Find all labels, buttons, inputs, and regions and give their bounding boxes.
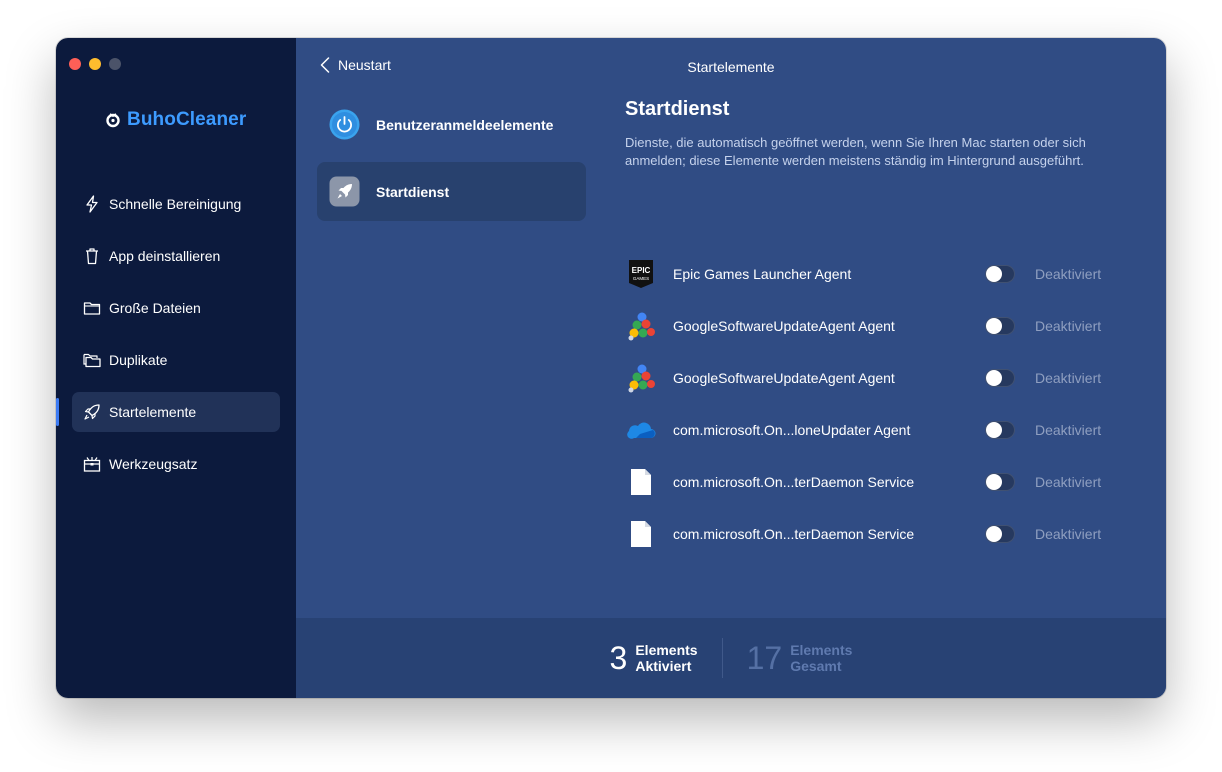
page-title: Startelemente — [687, 59, 775, 75]
toggle-knob — [986, 422, 1002, 438]
folder-icon — [83, 299, 101, 317]
total-label: Elements Gesamt — [790, 642, 852, 674]
duplicate-folder-icon — [83, 351, 101, 369]
toggle-knob — [986, 526, 1002, 542]
activated-label-line1: Elements — [635, 642, 698, 658]
activated-number: 3 — [609, 639, 628, 676]
activated-label: Elements Aktiviert — [635, 642, 697, 674]
rocket-icon — [329, 176, 360, 207]
status-label: Deaktiviert — [1035, 422, 1102, 438]
rocket-icon — [83, 403, 101, 421]
detail-description: Dienste, die automatisch geöffnet werden… — [625, 135, 1086, 168]
item-name: com.microsoft.On...terDaemon Service — [673, 526, 915, 542]
activated-count: 3 Elements Aktiviert — [610, 640, 698, 677]
total-number: 17 — [746, 639, 783, 676]
lightning-icon — [83, 195, 101, 213]
sidebar-item-label: Duplikate — [109, 352, 168, 368]
minimize-window-button[interactable] — [89, 58, 101, 70]
zoom-window-button[interactable] — [109, 58, 121, 70]
category-label: Startdienst — [376, 183, 450, 200]
total-count: 17 Elements Gesamt — [747, 640, 853, 677]
status-label: Deaktiviert — [1035, 526, 1102, 542]
total-label-line1: Elements — [790, 642, 853, 658]
startup-item-list: EPIC GAMES Epic Games Launcher Agent Deak… — [625, 248, 1125, 560]
status-label: Deaktiviert — [1035, 370, 1102, 386]
category-launch-daemons[interactable]: Startdienst — [317, 162, 586, 221]
sidebar-item-large-files[interactable]: Große Dateien — [72, 288, 280, 328]
status-label: Deaktiviert — [1035, 266, 1102, 282]
sidebar-nav: Schnelle Bereinigung App deinstallieren … — [56, 184, 280, 496]
main-panel: Neustart Startelemente Benutzeranmeldeel… — [296, 38, 1166, 698]
item-name: com.microsoft.On...loneUpdater Agent — [673, 422, 911, 438]
item-name: GoogleSoftwareUpdateAgent Agent — [673, 318, 895, 334]
sidebar-item-startup[interactable]: Startelemente — [56, 392, 280, 432]
status-label: Deaktiviert — [1035, 474, 1102, 490]
sidebar-item-uninstall[interactable]: App deinstallieren — [72, 236, 280, 276]
status-label: Deaktiviert — [1035, 318, 1102, 334]
sidebar-item-label: Startelemente — [109, 404, 197, 420]
onedrive-cloud-icon — [625, 414, 657, 446]
detail-title: Startdienst — [625, 98, 730, 120]
item-name: Epic Games Launcher Agent — [673, 266, 852, 282]
detail-section: Startdienst Dienste, die automatisch geö… — [625, 98, 1150, 170]
svg-text:GAMES: GAMES — [633, 276, 649, 281]
enable-toggle[interactable] — [985, 525, 1015, 543]
toggle-knob — [986, 474, 1002, 490]
list-item: com.microsoft.On...loneUpdater Agent Dea… — [625, 404, 1125, 456]
sidebar-item-quick-clean[interactable]: Schnelle Bereinigung — [72, 184, 280, 224]
category-label: Benutzeranmeldeelemente — [376, 116, 554, 133]
activated-label-line2: Aktiviert — [635, 658, 692, 674]
category-list: Benutzeranmeldeelemente Startdienst — [317, 95, 586, 229]
enable-toggle[interactable] — [985, 421, 1015, 439]
item-name: GoogleSoftwareUpdateAgent Agent — [673, 370, 895, 386]
epic-games-icon: EPIC GAMES — [625, 258, 657, 290]
enable-toggle[interactable] — [985, 317, 1015, 335]
app-name: BuhoCleaner — [127, 109, 247, 130]
sidebar: BuhoCleaner Schnelle Bereinigung App dei… — [56, 38, 296, 698]
trash-icon — [83, 247, 101, 265]
total-label-line2: Gesamt — [790, 658, 842, 674]
item-name: com.microsoft.On...terDaemon Service — [673, 474, 915, 490]
document-icon — [625, 518, 657, 550]
sidebar-item-label: App deinstallieren — [109, 248, 221, 264]
buho-logo-icon — [106, 113, 120, 128]
google-update-icon — [625, 362, 657, 394]
toggle-knob — [986, 266, 1002, 282]
svg-text:EPIC: EPIC — [632, 266, 651, 275]
toggle-knob — [986, 370, 1002, 386]
enable-toggle[interactable] — [985, 265, 1015, 283]
sidebar-item-label: Schnelle Bereinigung — [109, 196, 242, 212]
enable-toggle[interactable] — [985, 473, 1015, 491]
footer-divider — [721, 638, 723, 678]
enable-toggle[interactable] — [985, 369, 1015, 387]
toggle-knob — [986, 318, 1002, 334]
brand: BuhoCleaner — [105, 109, 246, 131]
list-item: EPIC GAMES Epic Games Launcher Agent Deak… — [625, 248, 1125, 300]
list-item: GoogleSoftwareUpdateAgent Agent Deaktivi… — [625, 300, 1125, 352]
close-window-button[interactable] — [69, 58, 81, 70]
sidebar-item-label: Große Dateien — [109, 300, 201, 316]
sidebar-item-duplicates[interactable]: Duplikate — [72, 340, 280, 380]
toolbox-icon — [83, 455, 101, 473]
power-icon — [329, 109, 360, 140]
category-login-items[interactable]: Benutzeranmeldeelemente — [317, 95, 586, 154]
list-item: com.microsoft.On...terDaemon Service Dea… — [625, 456, 1125, 508]
sidebar-item-toolkit[interactable]: Werkzeugsatz — [72, 444, 280, 484]
footer-stats: 3 Elements Aktiviert 17 Elements Gesamt — [296, 618, 1166, 698]
app-window: BuhoCleaner Schnelle Bereinigung App dei… — [56, 38, 1166, 698]
list-item: com.microsoft.On...terDaemon Service Dea… — [625, 508, 1125, 560]
google-update-icon — [625, 310, 657, 342]
document-icon — [625, 466, 657, 498]
list-item: GoogleSoftwareUpdateAgent Agent Deaktivi… — [625, 352, 1125, 404]
sidebar-item-label: Werkzeugsatz — [109, 456, 198, 472]
window-controls — [69, 58, 121, 70]
